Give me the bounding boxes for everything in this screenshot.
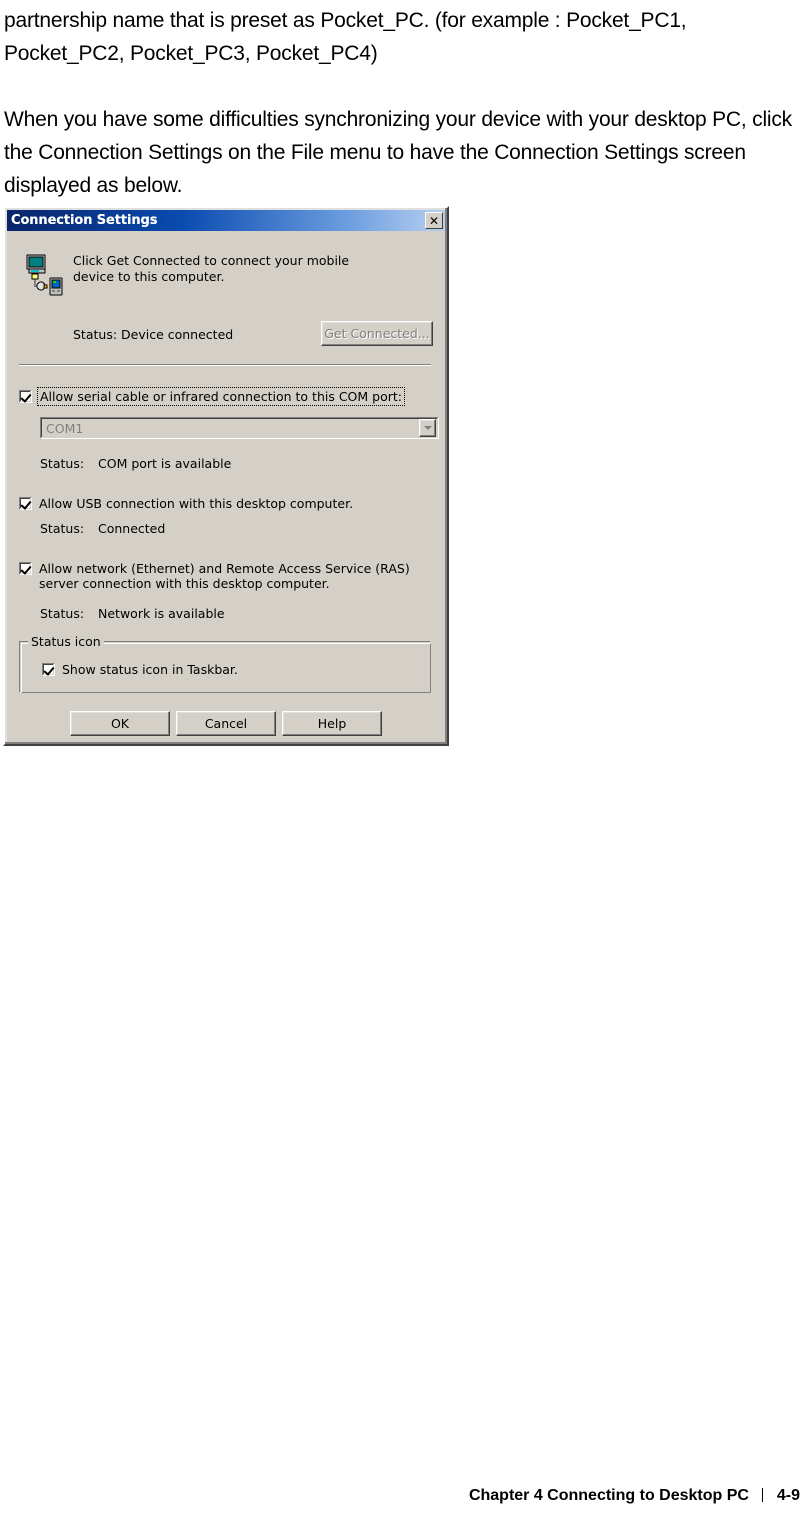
dialog-intro-text: Click Get Connected to connect your mobi…	[73, 253, 350, 284]
network-connection-checkbox-row[interactable]: Allow network (Ethernet) and Remote Acce…	[19, 561, 410, 591]
serial-connection-checkbox-row[interactable]: Allow serial cable or infrared connectio…	[19, 387, 405, 406]
chevron-down-icon[interactable]	[419, 419, 436, 437]
network-connection-checkbox[interactable]	[19, 562, 32, 575]
usb-status-value: Connected	[98, 521, 166, 536]
ok-button[interactable]: OK	[70, 711, 170, 736]
desktop-to-device-icon	[21, 253, 65, 297]
status-icon-groupbox-title: Status icon	[28, 634, 104, 649]
com-port-dropdown[interactable]: COM1	[40, 417, 439, 439]
footer-divider	[762, 1488, 764, 1502]
usb-connection-label: Allow USB connection with this desktop c…	[39, 496, 354, 511]
usb-status: Status: Connected	[40, 521, 165, 536]
show-status-icon-checkbox-row[interactable]: Show status icon in Taskbar.	[42, 662, 238, 677]
cancel-button[interactable]: Cancel	[176, 711, 276, 736]
help-button[interactable]: Help	[282, 711, 382, 736]
com-port-status-label: Status:	[40, 456, 85, 471]
device-status-text: Status: Device connected	[73, 327, 234, 342]
dialog-body: Click Get Connected to connect your mobi…	[5, 231, 447, 744]
show-status-icon-label: Show status icon in Taskbar.	[62, 662, 238, 677]
serial-connection-label: Allow serial cable or infrared connectio…	[37, 387, 405, 406]
get-connected-button[interactable]: Get Connected...	[321, 321, 433, 346]
paragraph-connection-settings: When you have some difficulties synchron…	[4, 108, 792, 197]
dialog-titlebar: Connection Settings ✕	[7, 210, 445, 231]
com-port-status: Status: COM port is available	[40, 456, 231, 471]
footer-chapter: Chapter 4 Connecting to Desktop PC	[468, 1487, 749, 1504]
network-status-value: Network is available	[98, 606, 225, 621]
status-icon-groupbox: Status icon Show status icon in Taskbar.	[19, 634, 431, 693]
network-status: Status: Network is available	[40, 606, 225, 621]
close-icon[interactable]: ✕	[425, 212, 443, 229]
usb-connection-checkbox-row[interactable]: Allow USB connection with this desktop c…	[19, 496, 353, 511]
usb-connection-checkbox[interactable]	[19, 497, 32, 510]
network-connection-label: Allow network (Ethernet) and Remote Acce…	[39, 561, 410, 591]
com-port-status-value: COM port is available	[98, 456, 232, 471]
network-status-label: Status:	[40, 606, 85, 621]
serial-connection-checkbox[interactable]	[19, 390, 32, 403]
footer-page-number: 4-9	[776, 1487, 800, 1504]
com-port-value: COM1	[46, 420, 84, 436]
show-status-icon-checkbox[interactable]	[42, 663, 55, 676]
page-footer: Chapter 4 Connecting to Desktop PC 4-9	[0, 1487, 800, 1505]
paragraph-partnership: partnership name that is preset as Pocke…	[4, 9, 687, 65]
connection-settings-dialog: Connection Settings ✕ Click Get Connecte…	[3, 206, 449, 746]
section-divider	[19, 364, 431, 366]
usb-status-label: Status:	[40, 521, 85, 536]
dialog-title: Connection Settings	[11, 213, 158, 228]
document-body: partnership name that is preset as Pocke…	[4, 4, 804, 202]
dialog-button-row: OK Cancel Help	[5, 711, 447, 736]
